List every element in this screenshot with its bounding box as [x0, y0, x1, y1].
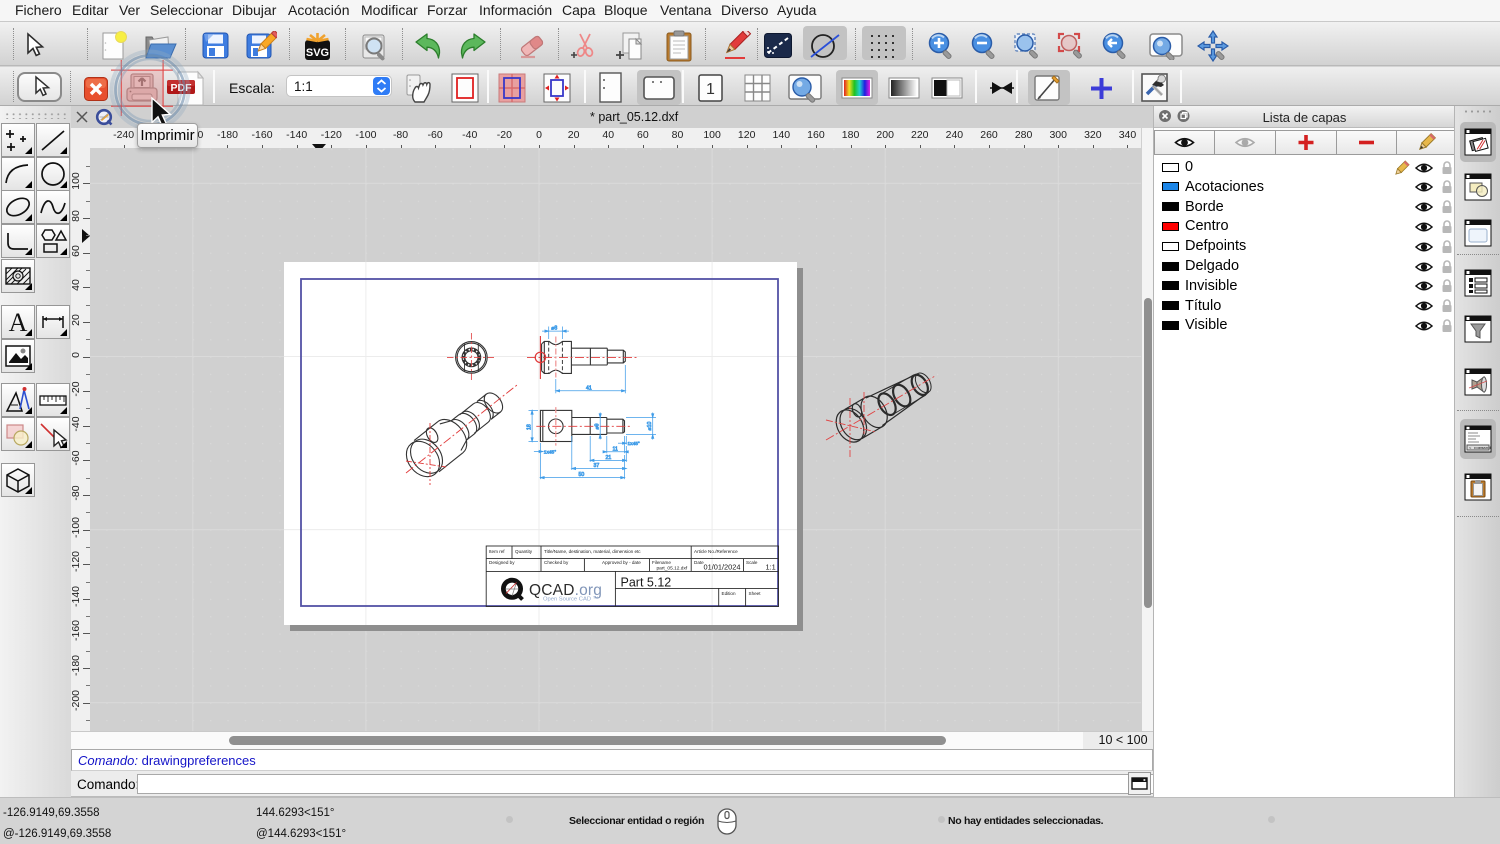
svg-text:Sheet: Sheet — [749, 591, 762, 596]
svg-text:part_05.12.dxf: part_05.12.dxf — [657, 566, 688, 572]
svg-text:Approved by - date: Approved by - date — [602, 560, 641, 565]
svg-text:1x45°: 1x45° — [628, 441, 640, 447]
svg-text:Edition: Edition — [722, 591, 736, 596]
svg-text:37: 37 — [594, 463, 600, 469]
svg-text:11: 11 — [613, 446, 618, 452]
svg-text:Item ref: Item ref — [489, 549, 505, 554]
svg-text:1x45°: 1x45° — [544, 450, 556, 456]
svg-text:41: 41 — [586, 385, 592, 391]
svg-text:⌀9: ⌀9 — [595, 423, 601, 429]
svg-text:Checked by: Checked by — [544, 560, 569, 565]
svg-text:Quantity: Quantity — [515, 549, 533, 554]
svg-text:Scale: Scale — [746, 560, 758, 565]
svg-text:⌀8: ⌀8 — [551, 326, 557, 332]
svg-text:Title/Name, destination, mater: Title/Name, destination, material, dimen… — [544, 549, 641, 554]
svg-text:50: 50 — [579, 472, 585, 478]
svg-text:1: 1 — [706, 81, 715, 98]
svg-text:Part 5.12: Part 5.12 — [621, 576, 672, 590]
svg-text:PDF: PDF — [171, 82, 193, 94]
svg-text:SVG: SVG — [306, 47, 329, 59]
svg-text:Article No./Reference: Article No./Reference — [694, 549, 738, 554]
svg-text:18: 18 — [527, 424, 533, 430]
svg-text:1:1: 1:1 — [766, 562, 776, 571]
svg-text:< command: < command — [1469, 446, 1491, 451]
svg-text:⌀10: ⌀10 — [647, 421, 653, 430]
svg-text:21: 21 — [606, 455, 612, 461]
svg-text:Filename: Filename — [652, 560, 671, 565]
svg-text:01/01/2024: 01/01/2024 — [704, 562, 741, 571]
svg-text:Designed by: Designed by — [489, 560, 515, 565]
svg-text:Open Source CAD ™: Open Source CAD ™ — [543, 597, 598, 603]
